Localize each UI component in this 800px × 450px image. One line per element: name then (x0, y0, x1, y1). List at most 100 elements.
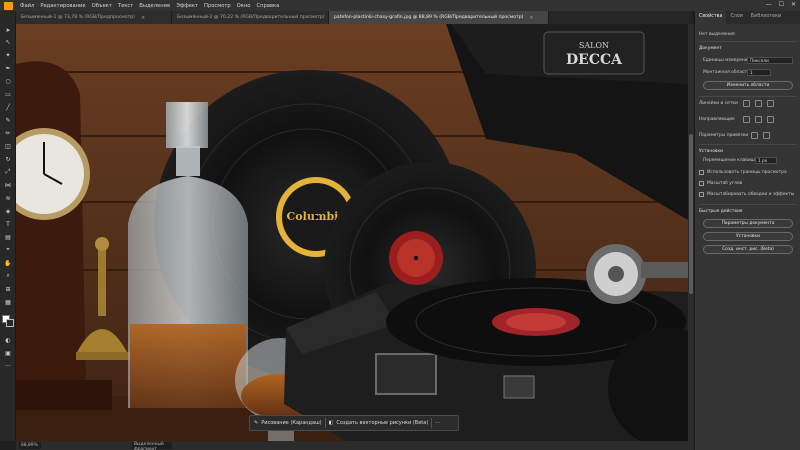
hand-tool-icon[interactable]: ✋ (3, 259, 13, 267)
tab-layers[interactable]: Слои (726, 11, 746, 24)
preferences-heading: Установки (699, 149, 723, 154)
pixel-grid-icon[interactable] (767, 100, 774, 107)
properties-panel: Свойства Слои Библиотеки Нет выделения Д… (694, 11, 800, 450)
illustrator-logo-icon (3, 1, 13, 10)
show-guides-icon[interactable] (743, 116, 750, 123)
tab-label: Безымянный-2 @ 70,22 % (RGB/Предваритель… (177, 15, 325, 20)
artboard-select[interactable]: 1 (747, 69, 771, 76)
close-tab-icon[interactable]: × (141, 15, 145, 21)
stroke-color-swatch[interactable] (6, 319, 14, 327)
zoom-tool-icon[interactable]: ⌕ (3, 272, 13, 280)
scale-strokes-checkbox[interactable] (699, 192, 704, 197)
decca-brand-text: DECCA (566, 52, 623, 68)
tab-label: Безымянный-1 @ 73,78 % (RGB/Предпросмотр… (21, 15, 135, 20)
menu-bar: Файл Редактирование Объект Текст Выделен… (0, 0, 800, 11)
photo-artwork: SALON DECCA Columbia (16, 24, 688, 441)
tab-libraries[interactable]: Библиотеки (747, 11, 785, 24)
edit-artboards-button[interactable]: Изменить области (703, 81, 793, 90)
status-selection-field[interactable]: Выделенный фрагмент (132, 442, 172, 450)
paintbrush-tool-icon[interactable]: ✎ (3, 116, 13, 124)
divider (699, 96, 797, 97)
shape-builder-tool-icon[interactable]: ◈ (3, 207, 13, 215)
eraser-tool-icon[interactable]: ◫ (3, 142, 13, 150)
vector-icon: ◧ (328, 420, 334, 426)
draw-pencil-label: Рисование (Карандаш) (261, 420, 322, 426)
draw-mode-icon[interactable]: ◐ (3, 336, 13, 344)
tools-panel: ➤ ↖ ✦ ✒ ○ ▭ ╱ ✎ ✏ ◫ ↻ ⤢ ⋈ ≋ ◈ T ▤ ⌖ ✋ ⌕ … (0, 11, 16, 441)
snap-options-label: Параметры привязки (699, 133, 749, 138)
menu-item-window[interactable]: Окно (237, 3, 251, 9)
ellipse-tool-icon[interactable]: ○ (3, 77, 13, 85)
more-options-button[interactable]: ··· (435, 420, 440, 426)
create-instance-button[interactable]: Созд. инст. рис. (Beta) (703, 245, 793, 254)
rectangle-tool-icon[interactable]: ▭ (3, 90, 13, 98)
quick-actions-heading: Быстрые действия (699, 209, 743, 214)
lock-guides-icon[interactable] (755, 116, 762, 123)
artboard-label: Монтажная область: (703, 70, 752, 75)
artboard-tool-icon[interactable]: ⊞ (3, 285, 13, 293)
document-tabs: Безымянный-1 @ 73,78 % (RGB/Предпросмотр… (16, 11, 692, 24)
pencil-tool-icon[interactable]: ✏ (3, 129, 13, 137)
scale-corners-checkbox[interactable] (699, 181, 704, 186)
pen-tool-icon[interactable]: ✒ (3, 64, 13, 72)
pencil-icon: ✎ (254, 420, 259, 426)
scale-tool-icon[interactable]: ⤢ (3, 168, 13, 176)
menu-item-help[interactable]: Справка (256, 3, 279, 9)
selection-tool-icon[interactable]: ➤ (3, 26, 13, 34)
edit-toolbar-icon[interactable]: ··· (3, 362, 13, 370)
scrollbar-thumb[interactable] (689, 134, 693, 294)
menu-item-effect[interactable]: Эффект (176, 3, 198, 9)
contextual-taskbar: ✎ Рисование (Карандаш) ◧ Создать векторн… (249, 415, 459, 431)
create-vector-art-button[interactable]: ◧ Создать векторные рисунки (Beta) (329, 420, 429, 426)
ruler-icon[interactable] (743, 100, 750, 107)
rotate-tool-icon[interactable]: ↻ (3, 155, 13, 163)
graph-tool-icon[interactable]: ▦ (3, 298, 13, 306)
tab-label: patefon-plastinki-chasy-grafin.jpg @ 88,… (334, 15, 524, 20)
minimize-icon[interactable]: — (766, 1, 772, 8)
eyedropper-tool-icon[interactable]: ⌖ (3, 246, 13, 254)
line-tool-icon[interactable]: ╱ (3, 103, 13, 111)
snap-to-point-icon[interactable] (751, 132, 758, 139)
grid-icon[interactable] (755, 100, 762, 107)
menu-item-view[interactable]: Просмотр (204, 3, 231, 9)
warp-tool-icon[interactable]: ≋ (3, 194, 13, 202)
maximize-icon[interactable]: ☐ (779, 1, 784, 8)
menu-item-file[interactable]: Файл (20, 3, 34, 9)
status-bar: 88,89% Выделенный фрагмент (16, 441, 694, 450)
menu-item-edit[interactable]: Редактирование (40, 3, 85, 9)
snap-to-grid-icon[interactable] (763, 132, 770, 139)
use-preview-bounds-checkbox[interactable] (699, 170, 704, 175)
divider (699, 41, 797, 42)
tab-document-3[interactable]: patefon-plastinki-chasy-grafin.jpg @ 88,… (329, 11, 549, 24)
gradient-tool-icon[interactable]: ▤ (3, 233, 13, 241)
type-tool-icon[interactable]: T (3, 220, 13, 228)
width-tool-icon[interactable]: ⋈ (3, 181, 13, 189)
units-select[interactable]: Пиксели (747, 57, 793, 64)
tab-properties[interactable]: Свойства (695, 11, 727, 24)
menu-item-type[interactable]: Текст (118, 3, 133, 9)
document-heading: Документ (699, 46, 722, 51)
rulers-grids-label: Линейки и сетки (699, 101, 738, 106)
close-tab-icon[interactable]: × (529, 15, 533, 21)
close-icon[interactable]: ✕ (791, 1, 796, 8)
divider (431, 418, 433, 428)
draw-pencil-button[interactable]: ✎ Рисование (Карандаш) (254, 420, 322, 426)
direct-selection-tool-icon[interactable]: ↖ (3, 38, 13, 46)
preferences-button[interactable]: Установки (703, 232, 793, 241)
more-icon: ··· (435, 420, 441, 426)
keyboard-increment-field[interactable]: 1 px (755, 157, 777, 164)
decca-salon-text: SALON (579, 41, 609, 50)
menu-item-object[interactable]: Объект (92, 3, 112, 9)
units-label: Единицы измерения: (703, 58, 752, 63)
zoom-level-field[interactable]: 88,89% (19, 442, 41, 449)
magic-wand-tool-icon[interactable]: ✦ (3, 51, 13, 59)
tab-document-2[interactable]: Безымянный-2 @ 70,22 % (RGB/Предваритель… (172, 11, 335, 24)
screen-mode-icon[interactable]: ▣ (3, 349, 13, 357)
document-setup-button[interactable]: Параметры документа (703, 219, 793, 228)
scale-strokes-label: Масштабировать обводки и эффекты (707, 192, 795, 197)
artboard-canvas[interactable]: SALON DECCA Columbia (16, 24, 688, 441)
tab-document-1[interactable]: Безымянный-1 @ 73,78 % (RGB/Предпросмотр… (16, 11, 172, 24)
app-logo (0, 0, 16, 11)
menu-item-select[interactable]: Выделение (139, 3, 170, 9)
smart-guides-icon[interactable] (767, 116, 774, 123)
